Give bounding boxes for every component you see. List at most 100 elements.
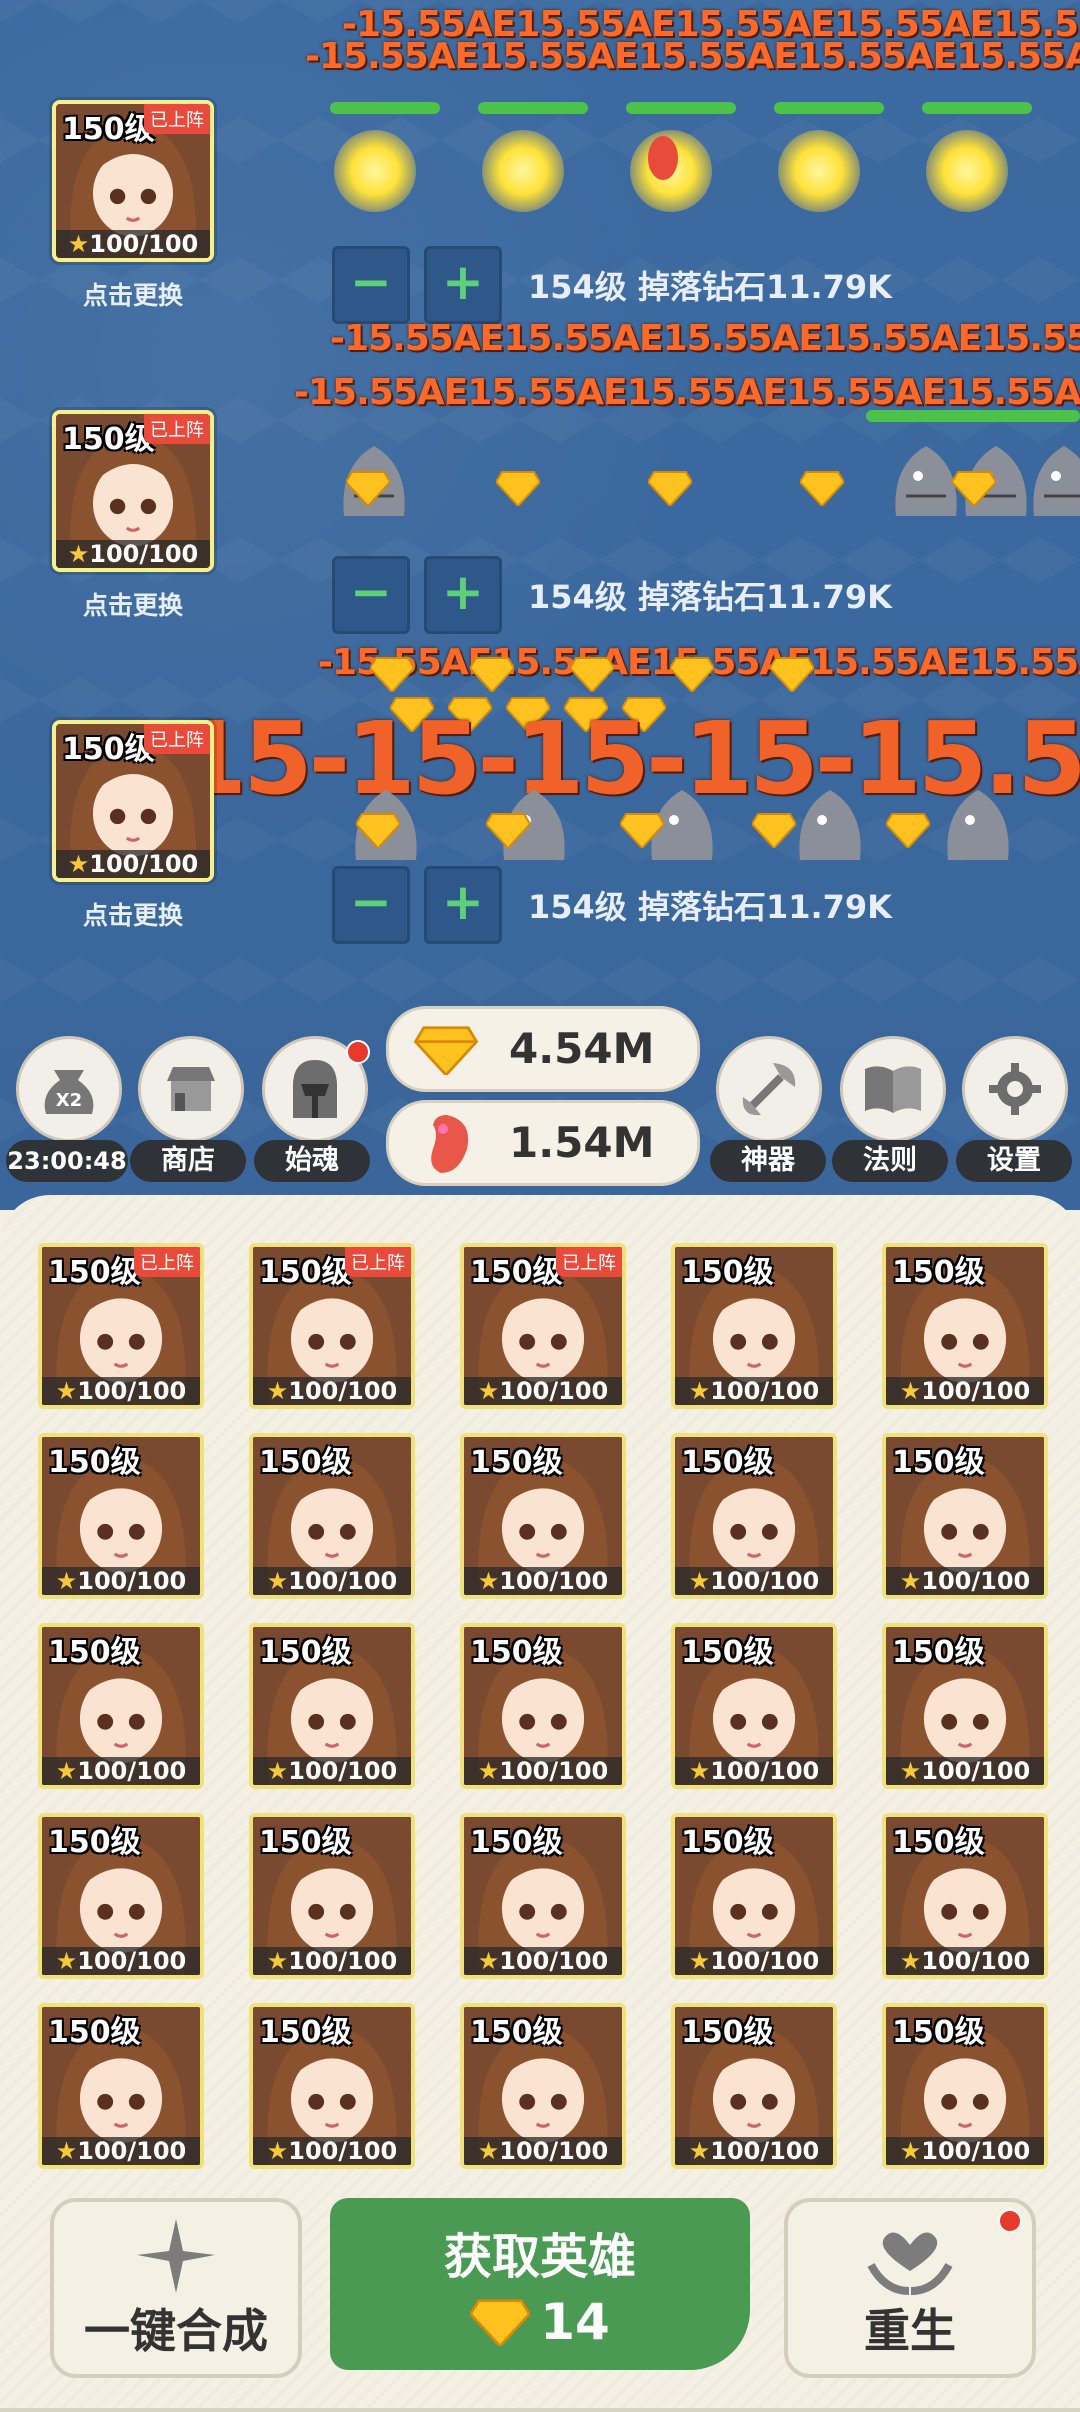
hero-stars: ★100/100 — [886, 1947, 1044, 1975]
stars-value: 100/100 — [89, 540, 199, 568]
notification-dot — [998, 2209, 1022, 2233]
hero-card[interactable]: 150级 ★100/100 — [38, 1813, 204, 1979]
hero-card[interactable]: 150级 ★100/100 — [671, 1813, 837, 1979]
hero-level: 150级 — [62, 112, 155, 147]
onboard-badge: 已上阵 — [144, 724, 210, 754]
lane-hero-card[interactable]: 150级 已上阵 ★100/100 — [52, 100, 214, 262]
hero-card[interactable]: 150级 已上阵 ★100/100 — [460, 1243, 626, 1409]
hero-card[interactable]: 150级 ★100/100 — [882, 1813, 1048, 1979]
star-icon: ★ — [67, 230, 90, 258]
enemy-monster — [1024, 436, 1080, 526]
hero-card[interactable]: 150级 ★100/100 — [460, 1813, 626, 1979]
diamond-icon — [886, 813, 930, 848]
hero-card[interactable]: 150级 ★100/100 — [671, 1433, 837, 1599]
summon-cost: 14 — [470, 2293, 610, 2351]
hero-level: 150级 — [681, 1635, 774, 1670]
hero-card[interactable]: 150级 ★100/100 — [249, 1623, 415, 1789]
hero-stars: ★100/100 — [253, 1567, 411, 1595]
notification-dot — [346, 1040, 370, 1064]
hero-card[interactable]: 150级 ★100/100 — [249, 1813, 415, 1979]
star-icon: ★ — [266, 1757, 289, 1785]
star-icon: ★ — [55, 1757, 78, 1785]
hero-level: 150级 — [48, 1825, 141, 1860]
axe-icon — [742, 1063, 796, 1116]
rules-label: 法则 — [832, 1140, 948, 1182]
settings-button[interactable] — [962, 1036, 1068, 1142]
hero-stars: ★100/100 — [42, 1947, 200, 1975]
star-icon: ★ — [477, 1947, 500, 1975]
hero-card[interactable]: 150级 ★100/100 — [38, 1623, 204, 1789]
hero-level: 150级 — [892, 1255, 985, 1290]
increase-level-button[interactable]: + — [424, 866, 502, 944]
hero-card[interactable]: 150级 ★100/100 — [671, 2003, 837, 2169]
stars-value: 100/100 — [77, 1377, 187, 1405]
decrease-level-button[interactable]: − — [332, 556, 410, 634]
hero-card[interactable]: 150级 ★100/100 — [38, 1433, 204, 1599]
star-icon: ★ — [266, 2137, 289, 2165]
hero-card[interactable]: 150级 ★100/100 — [249, 2003, 415, 2169]
hero-level: 150级 — [259, 1255, 352, 1290]
diamond-counter: 4.54M — [386, 1006, 700, 1092]
hero-level: 150级 — [259, 1635, 352, 1670]
hero-stars: ★100/100 — [886, 1377, 1044, 1405]
hero-card[interactable]: 150级 ★100/100 — [882, 1623, 1048, 1789]
stars-value: 100/100 — [288, 1757, 398, 1785]
rules-button[interactable] — [840, 1036, 946, 1142]
hero-level: 150级 — [892, 1445, 985, 1480]
hero-stars: ★100/100 — [675, 1567, 833, 1595]
hero-stars: ★100/100 — [56, 230, 210, 258]
hero-level: 150级 — [259, 1445, 352, 1480]
star-icon: ★ — [67, 850, 90, 878]
diamond-icon — [752, 813, 796, 848]
gold-swirl-effect — [926, 130, 1008, 212]
hero-card[interactable]: 150级 ★100/100 — [882, 1433, 1048, 1599]
decrease-level-button[interactable]: − — [332, 246, 410, 324]
stars-value: 100/100 — [710, 2137, 820, 2165]
hero-card[interactable]: 150级 ★100/100 — [882, 2003, 1048, 2169]
star-icon: ★ — [688, 1947, 711, 1975]
hero-card[interactable]: 150级 ★100/100 — [460, 1623, 626, 1789]
book-icon — [865, 1066, 921, 1113]
change-hero-link[interactable]: 点击更换 — [52, 276, 214, 312]
lane-hero-card[interactable]: 150级 已上阵 ★100/100 — [52, 720, 214, 882]
stars-value: 100/100 — [499, 2137, 609, 2165]
hero-stars: ★100/100 — [886, 1567, 1044, 1595]
hero-card[interactable]: 150级 已上阵 ★100/100 — [249, 1243, 415, 1409]
auto-merge-button[interactable]: 一键合成 — [50, 2198, 302, 2378]
artifact-label: 神器 — [710, 1140, 826, 1182]
hero-card[interactable]: 150级 ★100/100 — [249, 1433, 415, 1599]
hero-card[interactable]: 150级 ★100/100 — [460, 1433, 626, 1599]
x2-label: X2 — [56, 1090, 82, 1111]
double-speed-button[interactable]: X2 — [16, 1036, 122, 1142]
hero-level: 150级 — [892, 1825, 985, 1860]
hero-card[interactable]: 150级 ★100/100 — [460, 2003, 626, 2169]
change-hero-link[interactable]: 点击更换 — [52, 586, 214, 622]
damage-text: -15.55AE15.55AE15.55AE15.55AE15.55AE — [294, 372, 1080, 413]
hero-card[interactable]: 150级 ★100/100 — [671, 1623, 837, 1789]
increase-level-button[interactable]: + — [424, 556, 502, 634]
hero-level: 150级 — [48, 1445, 141, 1480]
hero-card[interactable]: 150级 已上阵 ★100/100 — [38, 1243, 204, 1409]
hero-level: 150级 — [681, 2015, 774, 2050]
decrease-level-button[interactable]: − — [332, 866, 410, 944]
enemy-hp-bar — [922, 102, 1032, 114]
hero-card[interactable]: 150级 ★100/100 — [671, 1243, 837, 1409]
hero-stars: ★100/100 — [464, 1947, 622, 1975]
hero-stars: ★100/100 — [42, 1567, 200, 1595]
change-hero-link[interactable]: 点击更换 — [52, 896, 214, 932]
artifact-button[interactable] — [716, 1036, 822, 1142]
hero-stars: ★100/100 — [464, 1377, 622, 1405]
hero-stars: ★100/100 — [253, 2137, 411, 2165]
hero-level: 150级 — [681, 1255, 774, 1290]
lane-hero-card[interactable]: 150级 已上阵 ★100/100 — [52, 410, 214, 572]
hero-card[interactable]: 150级 ★100/100 — [882, 1243, 1048, 1409]
hero-card[interactable]: 150级 ★100/100 — [38, 2003, 204, 2169]
diamond-icon — [648, 471, 692, 506]
stars-value: 100/100 — [921, 1947, 1031, 1975]
stars-value: 100/100 — [89, 850, 199, 878]
summon-hero-button[interactable]: 获取英雄 14 — [330, 2198, 750, 2370]
meat-drop-icon — [648, 136, 678, 180]
meat-counter: 1.54M — [386, 1100, 700, 1186]
shop-button[interactable] — [138, 1036, 244, 1142]
increase-level-button[interactable]: + — [424, 246, 502, 324]
